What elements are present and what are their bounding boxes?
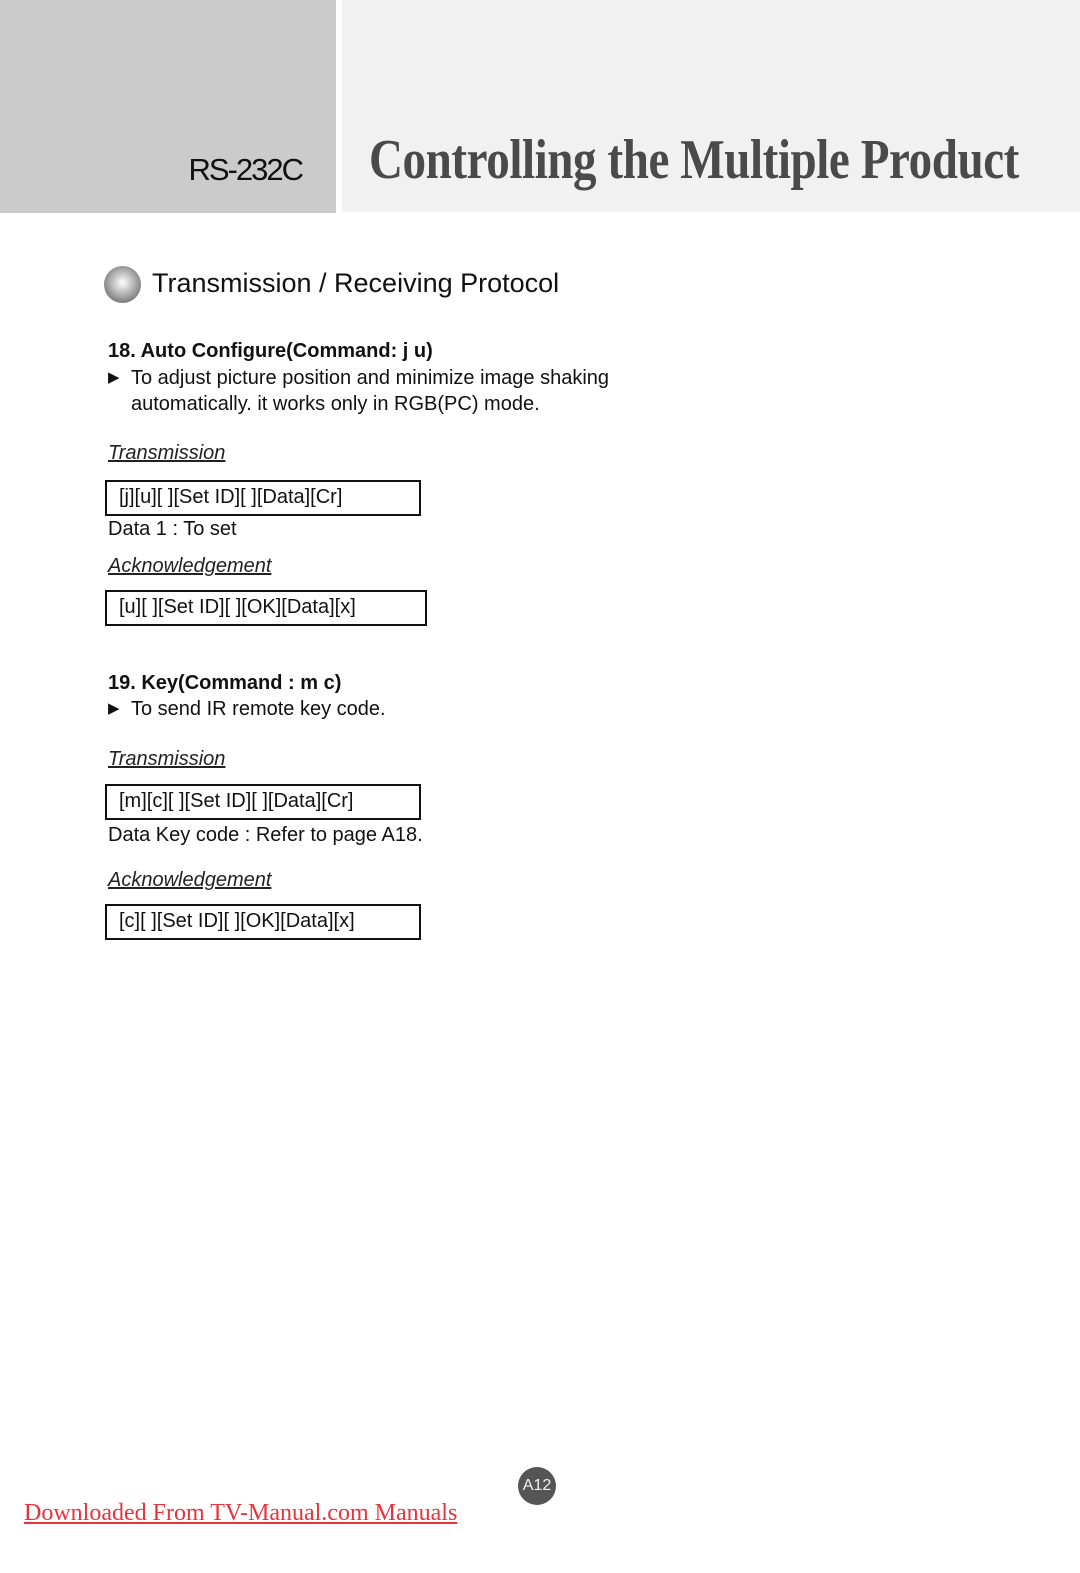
- acknowledgement-code-box: [c][ ][Set ID][ ][OK][Data][x]: [105, 904, 421, 940]
- data-note: Data Key code : Refer to page A18.: [108, 824, 423, 846]
- header-left-panel: RS-232C: [0, 0, 336, 213]
- command-18-title: 18. Auto Configure(Command: j u): [108, 340, 433, 362]
- description-line: To send IR remote key code.: [131, 698, 386, 720]
- command-18-description: ▶ To adjust picture position and minimize…: [108, 365, 609, 417]
- description-line: To adjust picture position and minimize …: [131, 367, 610, 389]
- header-right-panel: Controlling the Multiple Product: [342, 0, 1080, 212]
- sphere-bullet-icon: [104, 266, 141, 303]
- acknowledgement-label: Acknowledgement: [108, 555, 272, 577]
- transmission-code-box: [j][u][ ][Set ID][ ][Data][Cr]: [105, 480, 421, 516]
- command-19-description: ▶ To send IR remote key code.: [108, 696, 386, 722]
- transmission-label: Transmission: [108, 748, 226, 770]
- section-heading: Transmission / Receiving Protocol: [152, 268, 560, 298]
- acknowledgement-code-box: [u][ ][Set ID][ ][OK][Data][x]: [105, 590, 427, 626]
- page-title: Controlling the Multiple Product: [369, 129, 1019, 191]
- page-number-badge: A12: [518, 1467, 556, 1505]
- download-source-link[interactable]: Downloaded From TV-Manual.com Manuals: [24, 1500, 457, 1527]
- play-arrow-icon: ▶: [108, 700, 120, 717]
- data-note: Data 1 : To set: [108, 518, 237, 540]
- transmission-label: Transmission: [108, 442, 226, 464]
- section-code: RS-232C: [188, 152, 304, 187]
- acknowledgement-label: Acknowledgement: [108, 869, 272, 891]
- command-19-title: 19. Key(Command : m c): [108, 672, 342, 694]
- play-arrow-icon: ▶: [108, 369, 120, 386]
- transmission-code-box: [m][c][ ][Set ID][ ][Data][Cr]: [105, 784, 421, 820]
- description-line: automatically. it works only in RGB(PC) …: [131, 393, 540, 415]
